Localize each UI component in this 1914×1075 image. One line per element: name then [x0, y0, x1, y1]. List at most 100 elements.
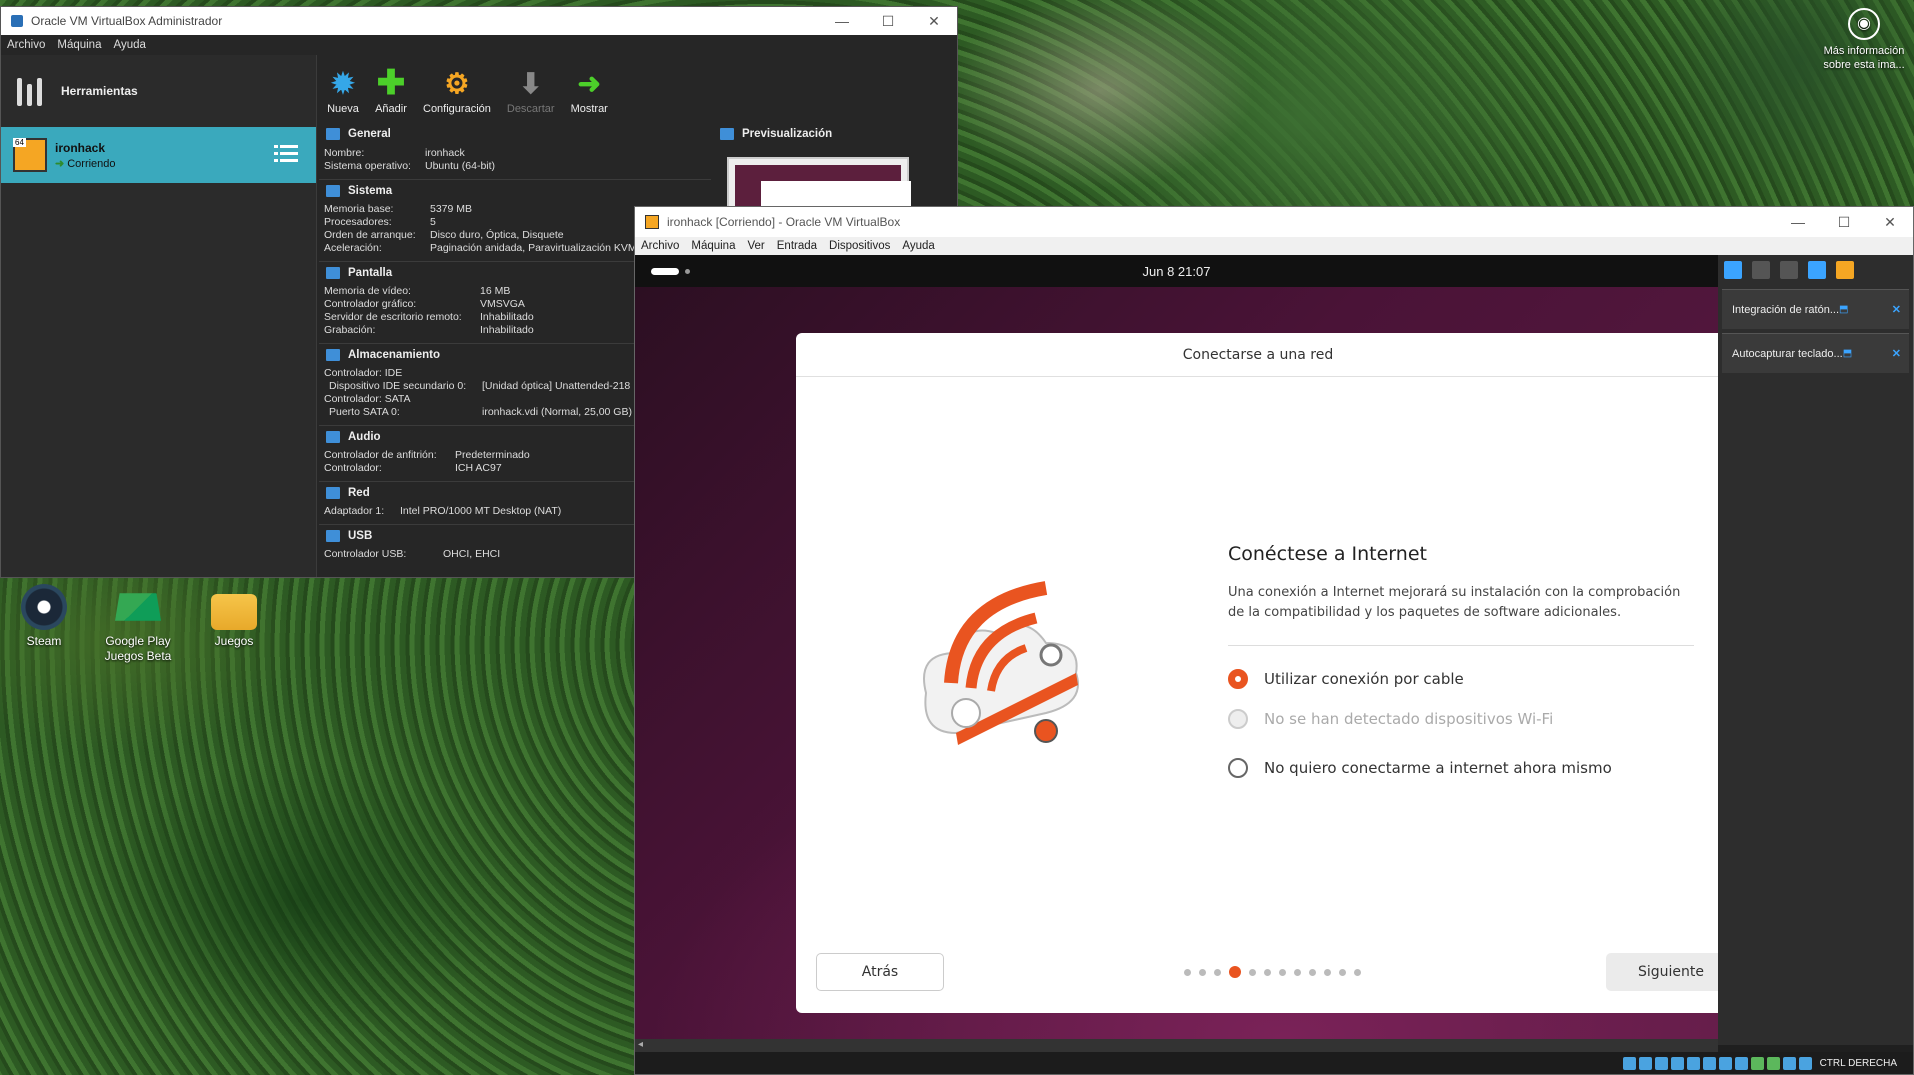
- network-icon[interactable]: [1780, 261, 1798, 279]
- vm-notification-panel: Integración de ratón... ⬒ ✕ Autocapturar…: [1718, 255, 1913, 1045]
- detail-key: Controlador:: [324, 462, 382, 474]
- detail-key: Controlador: IDE: [324, 367, 403, 379]
- button-label: Descartar: [506, 103, 555, 115]
- activities-indicator[interactable]: [651, 268, 679, 275]
- info-widget[interactable]: ◉ Más información sobre esta ima...: [1814, 8, 1914, 72]
- detail-key: Grabación:: [324, 324, 376, 336]
- close-icon[interactable]: ✕: [1892, 303, 1901, 316]
- close-button[interactable]: ✕: [1867, 214, 1913, 231]
- minimize-button[interactable]: —: [819, 13, 865, 30]
- section-general-body: Nombre: ironhack Sistema operativo: Ubuntu…: [319, 145, 711, 179]
- virtualbox-icon[interactable]: [1836, 261, 1854, 279]
- detail-key: Controlador: SATA: [324, 393, 411, 405]
- ubuntu-vm-icon: [13, 138, 47, 172]
- desktop-icon-google-play-games[interactable]: Google Play Juegos Beta: [94, 584, 182, 664]
- descartar-button[interactable]: ⬇ Descartar: [506, 67, 555, 116]
- menu-ayuda[interactable]: Ayuda: [896, 240, 940, 252]
- section-general-header[interactable]: General: [319, 123, 711, 145]
- tools-item[interactable]: Herramientas: [1, 55, 316, 127]
- camera-info-icon: ◉: [1848, 8, 1880, 40]
- detail-key: Memoria de vídeo:: [324, 285, 411, 297]
- maximize-button[interactable]: ☐: [865, 13, 911, 30]
- radio-wired-connection[interactable]: Utilizar conexión por cable: [1228, 668, 1718, 689]
- vm-details-menu-icon[interactable]: [274, 141, 298, 167]
- desktop-icon-juegos[interactable]: Juegos: [190, 584, 278, 649]
- page-description: Una conexión a Internet mejorará su inst…: [1228, 585, 1681, 620]
- info-icon[interactable]: ⬒: [1843, 348, 1852, 359]
- network-icon: [326, 486, 340, 499]
- vm-window: ironhack [Corriendo] - Oracle VM Virtual…: [634, 206, 1914, 1075]
- section-title: Almacenamiento: [348, 348, 441, 361]
- sort-icon[interactable]: [1808, 261, 1826, 279]
- desktop-icon-steam[interactable]: Steam: [0, 584, 88, 649]
- menu-ayuda[interactable]: Ayuda: [107, 39, 151, 51]
- recording-icon[interactable]: [1734, 1056, 1748, 1070]
- detail-key: Controlador de anfitrión:: [324, 449, 437, 461]
- shared-folders-icon[interactable]: [1702, 1056, 1716, 1070]
- detail-value: 5379 MB: [430, 203, 473, 215]
- title-bar: Oracle VM VirtualBox Administrador — ☐ ✕: [1, 7, 957, 35]
- horizontal-scrollbar[interactable]: [635, 1039, 1718, 1053]
- button-label: Añadir: [375, 103, 407, 115]
- accessibility-icon[interactable]: [1752, 261, 1770, 279]
- step-dot: [1353, 969, 1361, 976]
- cpu-icon[interactable]: [1750, 1056, 1764, 1070]
- display-icon[interactable]: [1718, 1056, 1732, 1070]
- chip-icon: [326, 184, 340, 197]
- vm-list-item-ironhack[interactable]: ironhack ➜Corriendo: [1, 127, 316, 183]
- arrow-right-icon: ➜: [577, 67, 601, 99]
- monitor-icon: [720, 128, 734, 140]
- configuracion-button[interactable]: ⚙ Configuración: [423, 67, 491, 116]
- network-icon[interactable]: [1670, 1056, 1684, 1070]
- google-play-games-icon: [115, 593, 161, 621]
- mostrar-button[interactable]: ➜ Mostrar: [570, 67, 608, 116]
- audio-icon[interactable]: [1654, 1056, 1668, 1070]
- detail-key: Controlador USB:: [324, 548, 407, 560]
- menu-ver[interactable]: Ver: [741, 240, 770, 252]
- close-icon[interactable]: ✕: [1892, 347, 1901, 360]
- menu-entrada[interactable]: Entrada: [771, 240, 823, 252]
- section-title: Red: [348, 486, 370, 499]
- radio-wifi-unavailable: No se han detectado dispositivos Wi-Fi: [1228, 708, 1718, 729]
- optical-drive-icon[interactable]: [1638, 1056, 1652, 1070]
- notifications-icon[interactable]: [1724, 261, 1742, 279]
- menu-dispositivos[interactable]: Dispositivos: [823, 240, 896, 252]
- menu-maquina[interactable]: Máquina: [685, 240, 741, 252]
- usb-icon: [326, 529, 340, 542]
- step-dot: [1308, 969, 1316, 976]
- close-button[interactable]: ✕: [911, 13, 957, 30]
- maximize-button[interactable]: ☐: [1821, 214, 1867, 231]
- info-icon[interactable]: ⬒: [1839, 304, 1848, 315]
- button-label: Mostrar: [570, 103, 608, 115]
- mouse-integration-icon[interactable]: [1782, 1056, 1796, 1070]
- menu-bar: Archivo Máquina Ayuda: [1, 35, 957, 55]
- anadir-button[interactable]: ✚ Añadir: [375, 64, 407, 115]
- vt-x-icon[interactable]: [1766, 1056, 1780, 1070]
- arrow-down-icon: ⬇: [518, 67, 543, 99]
- notification-mouse-integration[interactable]: Integración de ratón... ⬒ ✕: [1722, 289, 1909, 329]
- section-sistema-header[interactable]: Sistema: [319, 179, 711, 201]
- detail-value: Paginación anidada, Paravirtualización K…: [430, 242, 637, 254]
- menu-archivo[interactable]: Archivo: [635, 240, 685, 252]
- vm-status-bar: CTRL DERECHA: [635, 1052, 1913, 1074]
- host-key-label: CTRL DERECHA: [1819, 1057, 1897, 1069]
- guest-screen[interactable]: Jun 8 21:07 Conectarse a una red Conécte…: [635, 255, 1718, 1039]
- nueva-button[interactable]: ✹ Nueva: [327, 67, 359, 116]
- ubuntu-vm-icon: [645, 215, 659, 229]
- clock[interactable]: Jun 8 21:07: [1143, 264, 1211, 279]
- starburst-icon: ✹: [331, 67, 355, 99]
- usb-icon[interactable]: [1686, 1056, 1700, 1070]
- detail-value: Inhabilitado: [480, 324, 534, 336]
- step-dot: [1248, 969, 1256, 976]
- notification-keyboard-capture[interactable]: Autocapturar teclado... ⬒ ✕: [1722, 333, 1909, 373]
- radio-no-internet[interactable]: No quiero conectarme a internet ahora mi…: [1228, 757, 1718, 778]
- keyboard-icon[interactable]: [1798, 1056, 1812, 1070]
- menu-archivo[interactable]: Archivo: [1, 39, 51, 51]
- detail-value: Disco duro, Óptica, Disquete: [430, 229, 564, 241]
- next-button[interactable]: Siguiente: [1606, 953, 1718, 991]
- hard-disk-icon[interactable]: [1622, 1056, 1636, 1070]
- section-preview-header[interactable]: Previsualización: [713, 123, 957, 145]
- menu-maquina[interactable]: Máquina: [51, 39, 107, 51]
- minimize-button[interactable]: —: [1775, 214, 1821, 231]
- tools-label: Herramientas: [61, 84, 138, 98]
